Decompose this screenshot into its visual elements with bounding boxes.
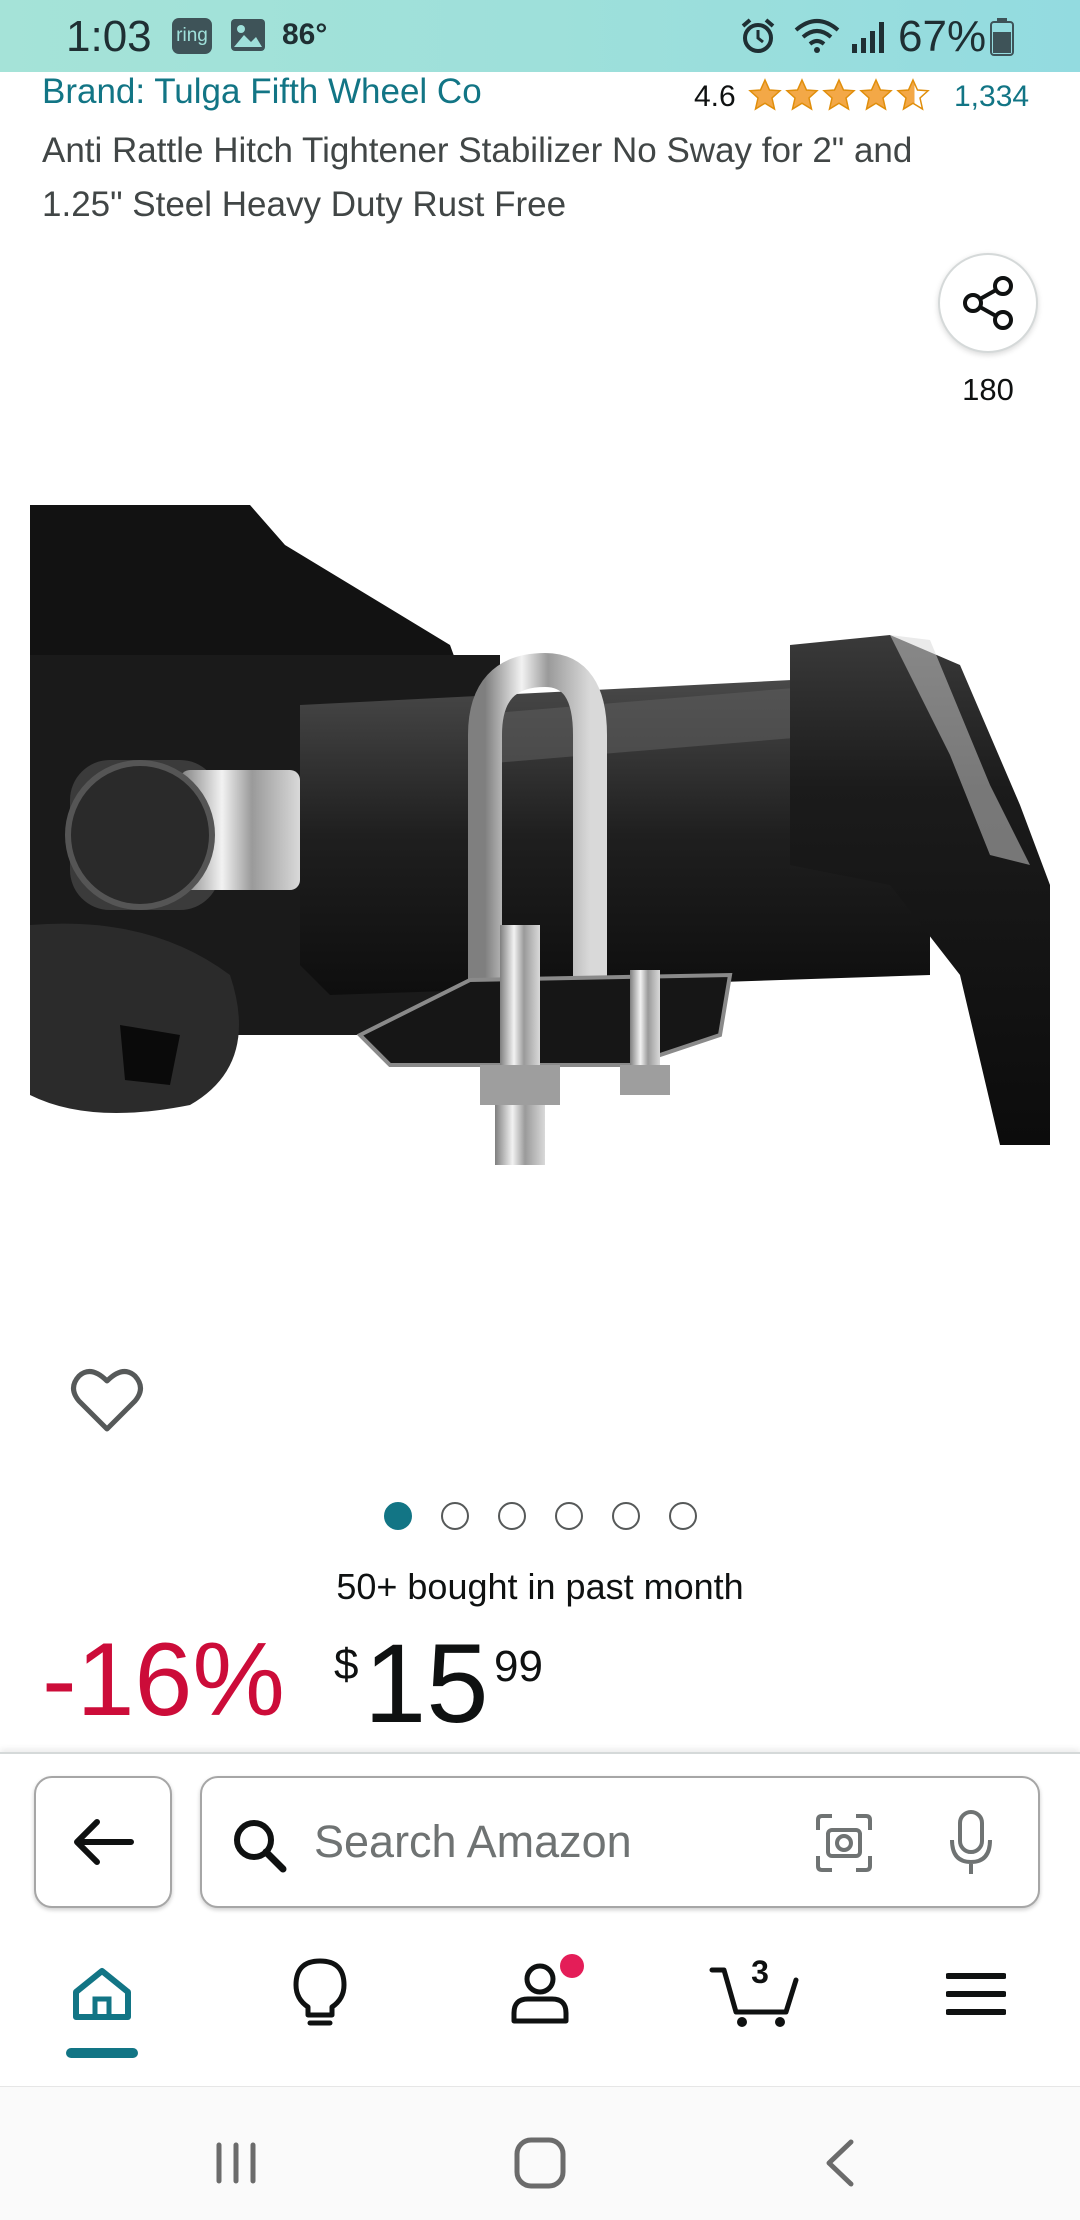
menu-icon xyxy=(946,1973,1006,2015)
star-icon xyxy=(860,79,892,110)
carousel-dot[interactable] xyxy=(669,1502,697,1530)
search-icon xyxy=(230,1816,288,1879)
price-currency-symbol: $ xyxy=(334,1640,359,1689)
rating-value: 4.6 xyxy=(694,80,736,113)
rating-count-link[interactable]: 1,334 xyxy=(954,80,1029,114)
share-count: 180 xyxy=(962,372,1014,407)
carousel-dot[interactable] xyxy=(498,1502,526,1530)
home-button[interactable] xyxy=(500,2123,580,2203)
active-tab-indicator xyxy=(66,2048,138,2058)
cart-count: 3 xyxy=(751,1954,769,1990)
share-button[interactable] xyxy=(938,253,1038,353)
carousel-dot[interactable] xyxy=(612,1502,640,1530)
gallery-icon xyxy=(230,18,266,57)
nav-inspire[interactable] xyxy=(260,1944,380,2044)
nav-menu[interactable] xyxy=(916,1944,1036,2044)
ring-app-icon: ring xyxy=(172,18,212,54)
microphone-icon[interactable] xyxy=(946,1808,996,1883)
screen: 1:03 ring 86° 67% Brand: Tulga Fifth Whe… xyxy=(0,0,1080,2220)
android-navigation-bar xyxy=(0,2086,1080,2220)
android-back-button[interactable] xyxy=(800,2123,880,2203)
bottom-bar: 3 xyxy=(0,1752,1080,2086)
alarm-icon xyxy=(738,16,778,61)
battery-icon xyxy=(990,18,1014,61)
recent-apps-button[interactable] xyxy=(196,2123,276,2203)
brand-link[interactable]: Brand: Tulga Fifth Wheel Co xyxy=(42,72,482,112)
carousel-dot-active[interactable] xyxy=(384,1502,412,1530)
recent-apps-icon xyxy=(216,2142,256,2184)
product-title: Anti Rattle Hitch Tightener Stabilizer N… xyxy=(42,131,913,224)
search-input[interactable] xyxy=(314,1802,774,1882)
product-image[interactable] xyxy=(30,505,1050,1175)
status-bar: 1:03 ring 86° 67% xyxy=(0,0,1080,72)
status-time: 1:03 xyxy=(66,12,152,61)
search-box[interactable] xyxy=(200,1776,1040,1908)
temperature-text: 86° xyxy=(282,18,328,51)
share-icon xyxy=(963,276,1013,330)
carousel-dot[interactable] xyxy=(441,1502,469,1530)
image-carousel-indicator xyxy=(0,1502,1080,1532)
discount-percent: -16% xyxy=(42,1622,285,1738)
wifi-icon xyxy=(792,16,842,61)
wishlist-button[interactable] xyxy=(70,1365,144,1435)
home-icon xyxy=(73,1968,131,2020)
star-icon xyxy=(786,79,818,110)
carousel-dot[interactable] xyxy=(555,1502,583,1530)
price-fraction: 99 xyxy=(494,1642,543,1691)
camera-search-icon[interactable] xyxy=(814,1812,874,1879)
star-icon xyxy=(749,79,781,110)
nav-home[interactable] xyxy=(42,1944,162,2044)
rating-stars[interactable] xyxy=(748,78,938,117)
notification-dot xyxy=(560,1954,584,1978)
back-button[interactable] xyxy=(34,1776,172,1908)
android-back-icon xyxy=(826,2139,854,2187)
battery-percent: 67% xyxy=(898,12,987,61)
heart-icon xyxy=(71,1369,143,1432)
half-star-icon xyxy=(897,79,929,110)
back-arrow-icon xyxy=(74,1819,134,1865)
signal-icon xyxy=(850,18,890,59)
price-whole: 15 xyxy=(364,1621,489,1746)
android-home-icon xyxy=(514,2137,566,2189)
bought-in-past-month: 50+ bought in past month xyxy=(336,1566,744,1607)
star-icon xyxy=(823,79,855,110)
lightbulb-icon xyxy=(293,1958,347,2026)
